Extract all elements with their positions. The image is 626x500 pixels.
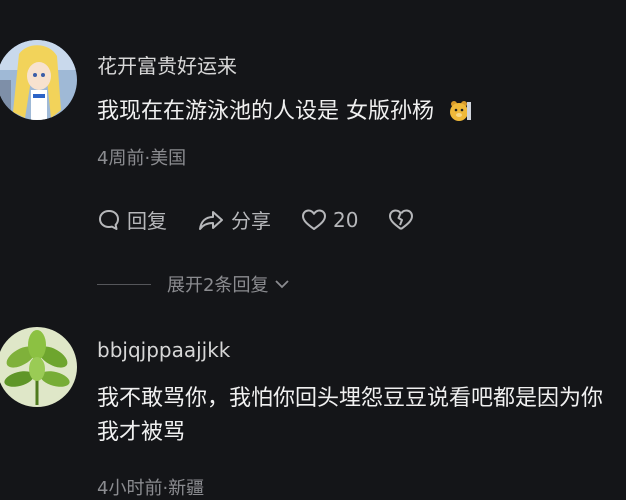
reply-label: 回复 [127, 209, 167, 233]
like-button[interactable]: 20 [301, 208, 358, 232]
comment-item: bbjqjppaajjkk 我不敢骂你，我怕你回头埋怨豆豆说看吧都是因为你我才被… [0, 300, 626, 499]
share-button[interactable]: 分享 [197, 205, 271, 234]
expand-replies-button[interactable]: 展开2条回复 [97, 271, 292, 297]
comment-item: 花开富贵好运来 我现在在游泳池的人设是 女版孙杨 4周前·美国 回复 分享 20… [0, 0, 626, 300]
comment-meta: 4周前·美国 [97, 148, 187, 169]
broken-heart-icon [389, 209, 414, 230]
avatar[interactable] [0, 40, 77, 120]
share-arrow-icon [199, 210, 223, 230]
heart-icon [302, 209, 326, 230]
divider-line [97, 283, 151, 285]
dislike-button[interactable] [388, 208, 420, 232]
chevron-down-icon [275, 280, 290, 289]
comment-meta: 4小时前·新疆 [97, 478, 205, 499]
like-count: 20 [333, 207, 359, 232]
expand-replies-label: 展开2条回复 [167, 275, 269, 296]
username[interactable]: bbjqjppaajjkk [97, 338, 230, 362]
avatar[interactable] [0, 327, 77, 407]
comment-text: 我不敢骂你，我怕你回头埋怨豆豆说看吧都是因为你我才被骂 [97, 386, 604, 445]
comment-actions: 回复 分享 20 [97, 205, 450, 234]
bear-sticker-icon [447, 98, 471, 122]
share-label: 分享 [231, 209, 271, 233]
comment-text: 我现在在游泳池的人设是 女版孙杨 [97, 95, 471, 129]
reply-button[interactable]: 回复 [97, 205, 167, 234]
username[interactable]: 花开富贵好运来 [97, 50, 237, 79]
comment-text-content: 我现在在游泳池的人设是 女版孙杨 [97, 99, 434, 124]
comment-bubble-icon [99, 209, 119, 230]
